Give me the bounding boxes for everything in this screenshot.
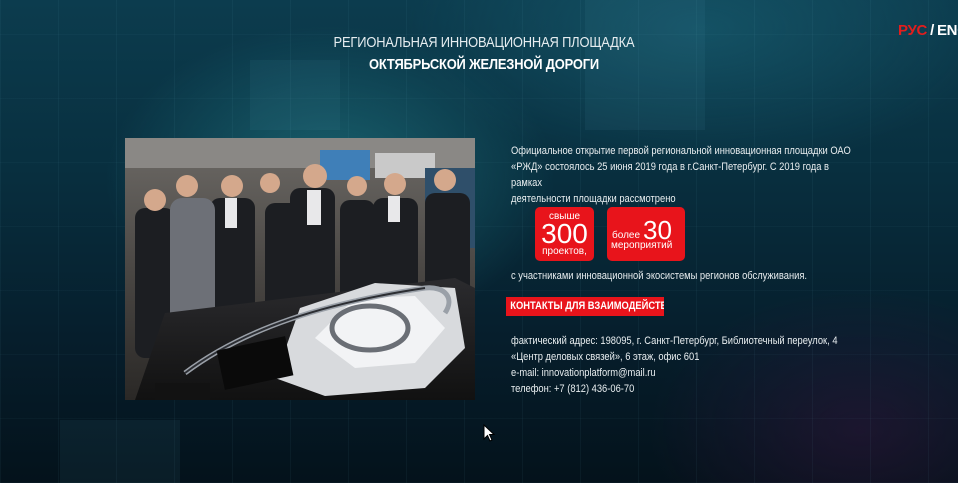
stat-badge-projects: свыше 300 проектов, <box>535 207 594 261</box>
opening-event-photo <box>125 138 475 400</box>
intro-line: деятельности площадки рассмотрено <box>511 193 676 205</box>
background-glow <box>60 420 180 483</box>
address-line: фактический адрес: 198095, г. Санкт-Пете… <box>511 335 838 347</box>
contacts-header-label: КОНТАКТЫ ДЛЯ ВЗАИМОДЕЙСТВИЯ: <box>510 300 664 312</box>
page-title: РЕГИОНАЛЬНАЯ ИННОВАЦИОННАЯ ПЛОЩАДКА ОКТЯ… <box>68 32 900 76</box>
lang-ru-link[interactable]: РУС <box>898 22 927 39</box>
contacts-block: фактический адрес: 198095, г. Санкт-Пете… <box>511 333 851 397</box>
contacts-header: КОНТАКТЫ ДЛЯ ВЗАИМОДЕЙСТВИЯ: <box>506 297 664 316</box>
phone-text: телефон: +7 (812) 436-06-70 <box>511 383 635 395</box>
language-switch: РУС/ENG <box>898 22 958 39</box>
ecosystem-text: с участниками инновационной экосистемы р… <box>511 270 808 282</box>
stat-number: 300 <box>541 218 588 249</box>
email-text: e-mail: innovationplatform@mail.ru <box>511 367 656 379</box>
intro-line: Официальное открытие первой региональной… <box>511 145 851 157</box>
address-line: «Центр деловых связей», 6 этаж, офис 601 <box>511 351 700 363</box>
stat-badge-events: 30 более мероприятий <box>607 207 685 261</box>
page-title-line1: РЕГИОНАЛЬНАЯ ИННОВАЦИОННАЯ ПЛОЩАДКА <box>333 34 635 51</box>
lang-en-link[interactable]: ENG <box>937 22 958 39</box>
page-title-line2: ОКТЯБРЬСКОЙ ЖЕЛЕЗНОЙ ДОРОГИ <box>369 56 599 73</box>
stat-label: мероприятий <box>611 240 673 251</box>
intro-line: «РЖД» состоялось 25 июня 2019 года в г.С… <box>511 161 829 189</box>
lang-separator: / <box>930 22 934 39</box>
stat-label: проектов, <box>542 246 587 257</box>
mouse-cursor-icon <box>483 424 495 442</box>
intro-text: Официальное открытие первой региональной… <box>511 143 851 207</box>
